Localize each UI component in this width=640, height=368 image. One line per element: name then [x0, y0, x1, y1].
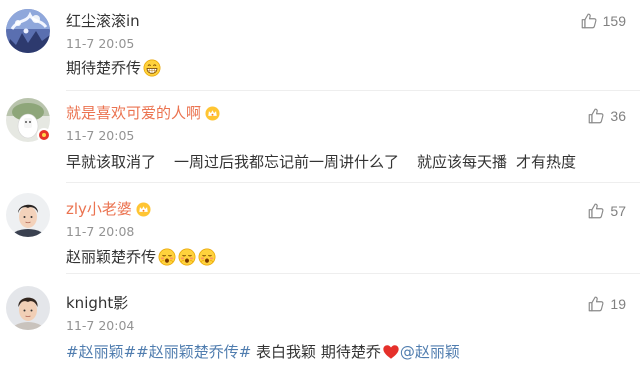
like-count: 57 — [610, 203, 626, 219]
like-count: 36 — [610, 108, 626, 124]
comment-item: knight影 11-7 20:04 #赵丽颖# #赵丽颖楚乔传# 表白我颖 期… — [0, 274, 640, 368]
thumbs-up-icon — [587, 295, 605, 313]
comment-body-part: 早就该取消了 — [66, 153, 157, 171]
comment-text: #赵丽颖# #赵丽颖楚乔传# 表白我颖 期待楚乔 @赵丽颖 — [66, 341, 460, 363]
username-row: zly小老婆 — [66, 198, 151, 220]
avatar[interactable] — [6, 193, 50, 237]
verified-badge-icon — [37, 128, 51, 142]
shy-emoji-icon — [178, 248, 196, 266]
thumbs-up-icon — [580, 12, 598, 30]
username[interactable]: 红尘滚滚in — [66, 11, 140, 31]
like-button[interactable]: 36 — [587, 106, 626, 126]
comment-body: 期待楚乔传 — [66, 59, 142, 77]
comment-item: 红尘滚滚in 11-7 20:05 期待楚乔传 159 — [0, 0, 640, 90]
like-button[interactable]: 159 — [580, 11, 626, 31]
username[interactable]: zly小老婆 — [66, 199, 132, 219]
comment-time: 11-7 20:05 — [66, 36, 135, 51]
avatar[interactable] — [6, 9, 50, 53]
like-button[interactable]: 57 — [587, 201, 626, 221]
comment-body-part: 才有热度 — [516, 153, 577, 171]
thumbs-up-icon — [587, 202, 605, 220]
red-heart-icon — [382, 343, 400, 361]
mention-link[interactable]: @赵丽颖 — [400, 341, 460, 363]
username[interactable]: 就是喜欢可爱的人啊 — [66, 103, 201, 123]
like-count: 159 — [602, 13, 626, 29]
comment-body-part: 一周过后我都忘记前一周讲什么了 — [174, 153, 400, 171]
comment-body-part: 就应该每天播 — [417, 153, 508, 171]
thumbs-up-icon — [587, 107, 605, 125]
like-count: 19 — [610, 296, 626, 312]
username-row: knight影 — [66, 292, 128, 314]
username-row: 红尘滚滚in — [66, 10, 140, 32]
grinning-emoji-icon — [143, 59, 161, 77]
comment-text: 早就该取消了 一周过后我都忘记前一周讲什么了 就应该每天播 才有热度 — [66, 151, 576, 173]
hashtag-link[interactable]: #赵丽颖楚乔传# — [136, 341, 251, 363]
avatar[interactable] — [6, 286, 50, 330]
username[interactable]: knight影 — [66, 293, 128, 313]
comment-body: 赵丽颖楚乔传 — [66, 248, 157, 266]
username-row: 就是喜欢可爱的人啊 — [66, 102, 220, 124]
shy-emoji-icon — [198, 248, 216, 266]
crown-badge-icon — [136, 202, 151, 217]
hashtag-link[interactable]: #赵丽颖# — [66, 341, 136, 363]
comment-item: 就是喜欢可爱的人啊 11-7 20:05 早就该取消了 一周过后我都忘记前一周讲… — [0, 91, 640, 181]
comment-time: 11-7 20:04 — [66, 318, 135, 333]
shy-emoji-icon — [158, 248, 176, 266]
crown-badge-icon — [205, 106, 220, 121]
like-button[interactable]: 19 — [587, 294, 626, 314]
comment-time: 11-7 20:05 — [66, 128, 135, 143]
comment-text: 期待楚乔传 — [66, 57, 161, 79]
comment-time: 11-7 20:08 — [66, 224, 135, 239]
comment-body: 表白我颖 期待楚乔 — [251, 343, 381, 361]
comment-text: 赵丽颖楚乔传 — [66, 246, 216, 268]
comment-item: zly小老婆 11-7 20:08 赵丽颖楚乔传 57 — [0, 183, 640, 273]
